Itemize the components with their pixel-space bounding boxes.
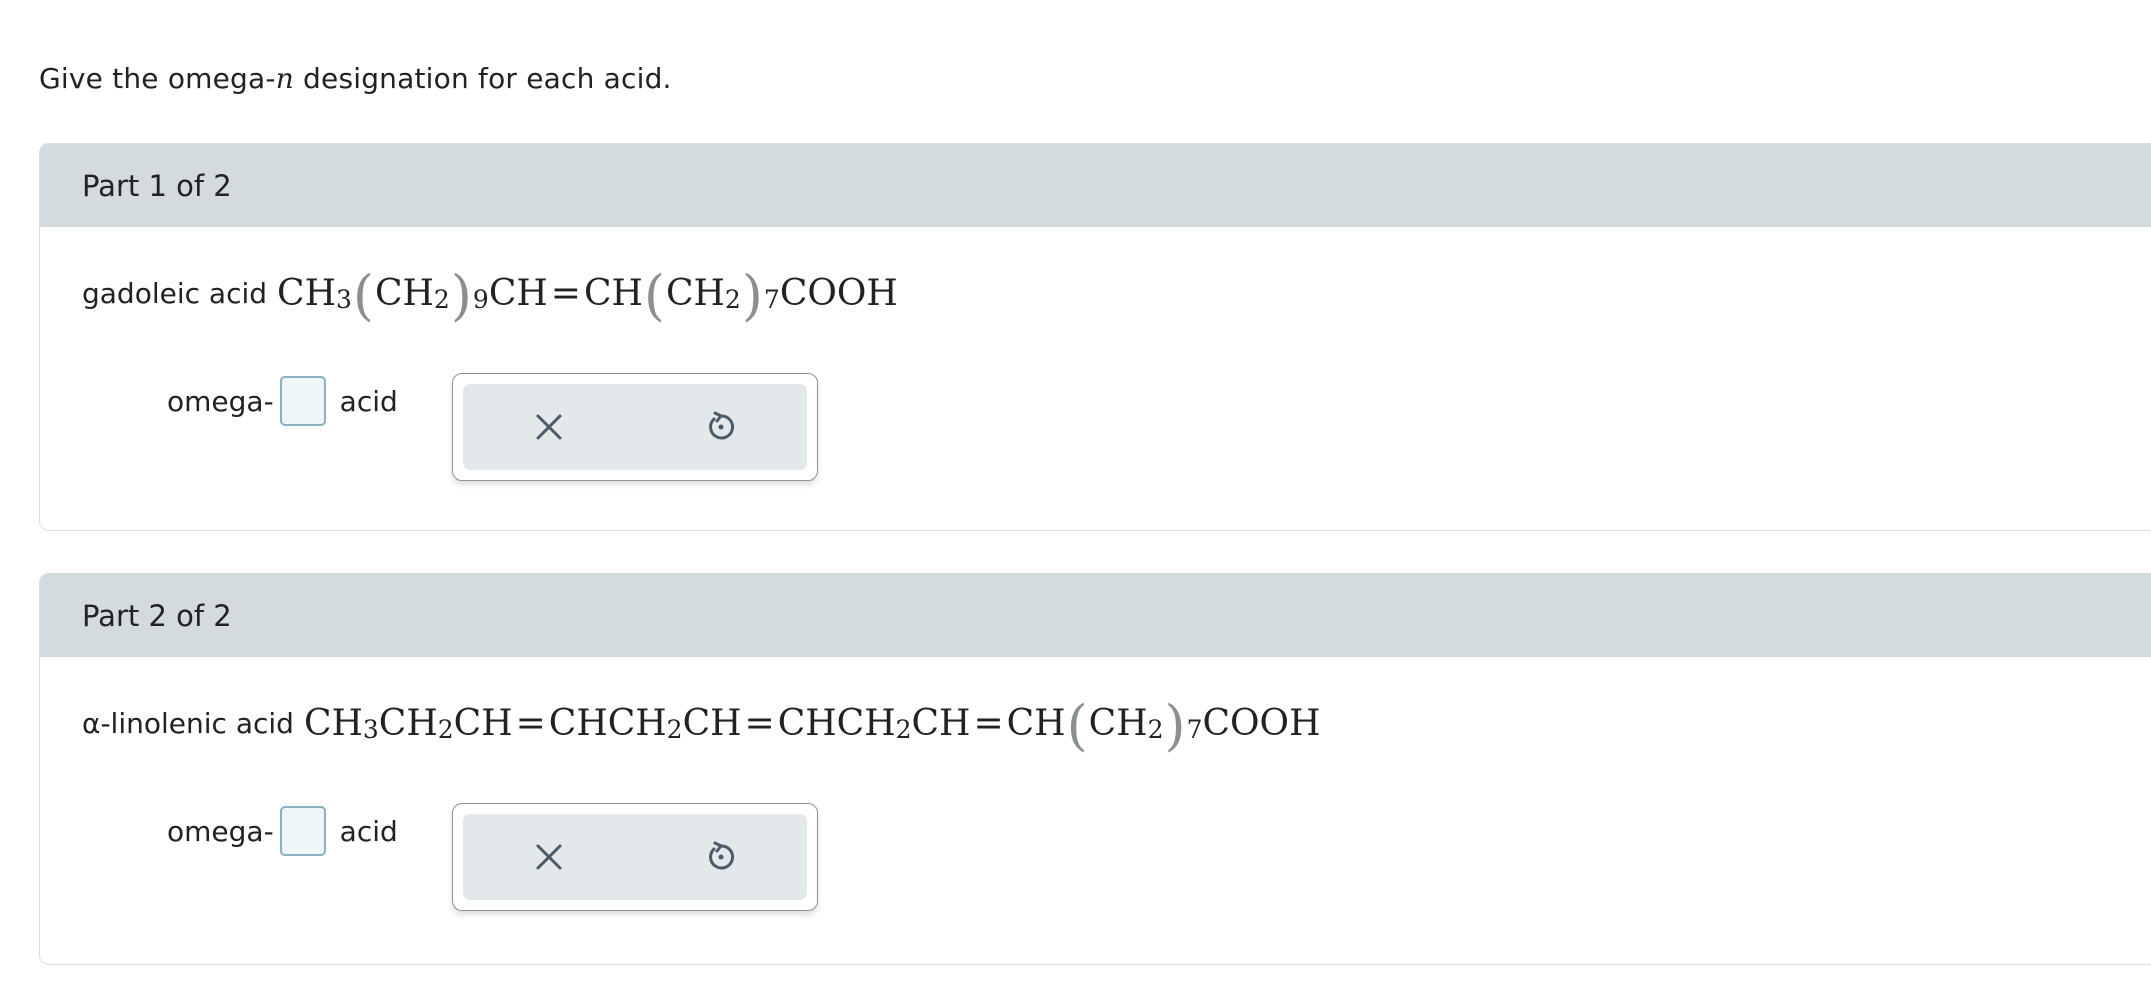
part-1-card: Part 1 of 2 gadoleic acid CH 3(CH 2) 9 CH = CH…	[39, 143, 2151, 531]
question-prompt: Give the omega-n designation for each ac…	[39, 62, 672, 95]
gadoleic-acid-formula: CH 3(CH 2) 9 CH = CH(CH 2) 7 COOH	[277, 264, 898, 327]
part-2-answer-suffix: acid	[339, 814, 398, 848]
part-1-title: Part 1 of 2	[82, 168, 232, 203]
part-2-omega-input[interactable]	[279, 806, 326, 856]
question-text-prefix: Give the omega-	[39, 62, 276, 95]
undo-icon	[709, 841, 735, 870]
part-1-toolbox-inner	[463, 384, 807, 470]
part-2-card: Part 2 of 2 α-linolenic acid CH 3 CH 2 CH = CH…	[39, 573, 2151, 965]
alpha-linolenic-acid-formula: CH 3 CH 2 CH = CHCH 2 CH = CHCH 2 CH = CH(CH 2) 7 COOH	[303, 694, 1321, 757]
part-1-toolbox	[452, 373, 818, 481]
part-2-reset-button[interactable]	[691, 827, 751, 887]
part-2-answer-row: omega- acid	[167, 806, 398, 856]
part-1-answer-prefix: omega-	[167, 384, 274, 418]
part-1-header: Part 1 of 2	[40, 144, 2151, 227]
part-2-answer-prefix: omega-	[167, 814, 274, 848]
close-icon	[536, 844, 562, 870]
part-1-omega-input[interactable]	[279, 376, 326, 426]
part-2-toolbox	[452, 803, 818, 911]
part-1-reset-button[interactable]	[691, 397, 751, 457]
close-icon	[536, 414, 562, 440]
part-2-acid-name: α-linolenic acid	[82, 707, 294, 740]
part-2-title: Part 2 of 2	[82, 598, 232, 633]
part-1-clear-button[interactable]	[519, 397, 579, 457]
part-2-toolbox-inner	[463, 814, 807, 900]
part-1-answer-suffix: acid	[339, 384, 398, 418]
part-2-acid-line: α-linolenic acid CH 3 CH 2 CH = CHCH 2 CH = CHCH 2 C…	[82, 692, 1321, 757]
part-1-acid-line: gadoleic acid CH 3(CH 2) 9 CH = CH(CH 2) 7 COOH	[82, 262, 898, 327]
question-text-suffix: designation for each acid.	[293, 62, 672, 95]
undo-icon	[709, 411, 735, 440]
part-2-header: Part 2 of 2	[40, 574, 2151, 657]
question-text-italic: n	[275, 62, 294, 95]
part-1-answer-row: omega- acid	[167, 376, 398, 426]
part-2-clear-button[interactable]	[519, 827, 579, 887]
part-1-acid-name: gadoleic acid	[82, 277, 268, 310]
